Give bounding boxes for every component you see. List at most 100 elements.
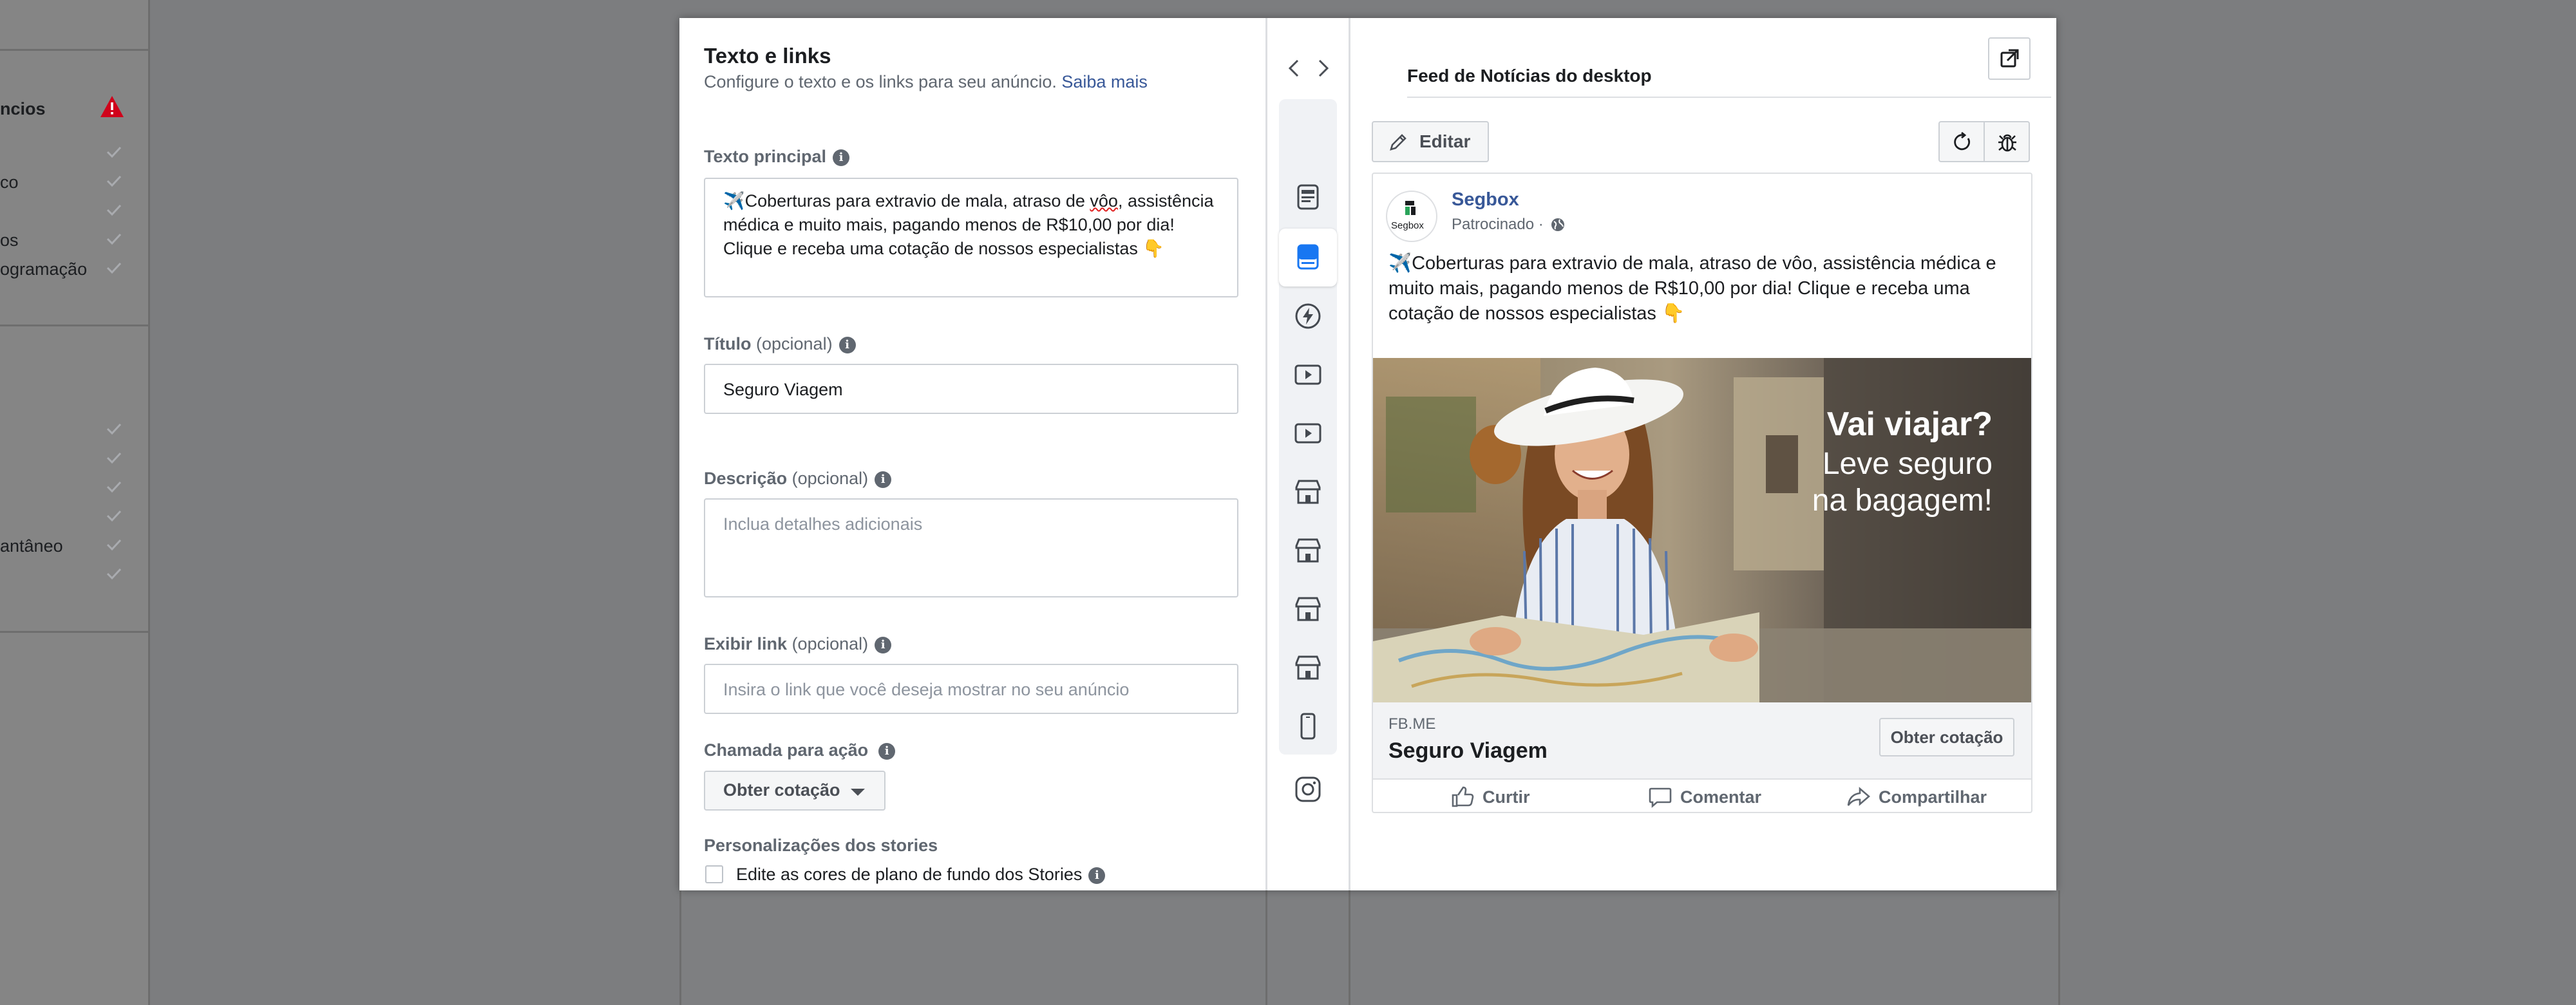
sidebar-item-label: ncios [0, 99, 46, 118]
stories-section-label: Personalizações dos stories [704, 836, 938, 855]
description-field[interactable]: Inclua detalhes adicionais [704, 498, 1238, 597]
check-icon [106, 175, 122, 187]
divider [1349, 890, 1350, 1005]
check-icon [106, 510, 122, 522]
like-label: Curtir [1482, 787, 1530, 807]
feed-icon[interactable] [1293, 182, 1323, 212]
placement-rail [1267, 18, 1350, 890]
sponsored-text: Patrocinado · [1452, 216, 1544, 233]
stories-checkbox-label: Edite as cores de plano de fundo dos Sto… [736, 865, 1106, 885]
check-icon [106, 568, 122, 580]
marketplace-icon[interactable] [1293, 477, 1323, 507]
display-link-field[interactable]: Insira o link que você deseja mostrar no… [704, 664, 1238, 714]
ad-creative-modal: Texto e links Configure o texto e os lin… [679, 18, 2056, 890]
primary-text-field[interactable]: ✈️Coberturas para extravio de mala, atra… [704, 178, 1238, 297]
stories-checkbox-text: Edite as cores de plano de fundo dos Sto… [736, 865, 1083, 884]
optional-tag: (opcional) [791, 469, 869, 488]
link-preview-bar[interactable]: FB.ME Seguro Viagem Obter cotação [1373, 702, 2031, 780]
info-icon[interactable]: i [875, 637, 892, 653]
check-icon [106, 539, 122, 551]
headline-field[interactable]: Seguro Viagem [704, 364, 1238, 414]
text-links-pane: Texto e links Configure o texto e os lin… [679, 18, 1267, 890]
primary-text-value: ✈️Coberturas para extravio de mala, atra… [723, 191, 1090, 211]
misspelled-word: vôo [1090, 191, 1118, 211]
info-icon[interactable]: i [838, 337, 856, 353]
comment-action[interactable]: Comentar [1648, 786, 1761, 808]
external-link-icon [2000, 49, 2019, 68]
post-body-text: ✈️Coberturas para extravio de mala, atra… [1388, 253, 1996, 324]
description-label-text: Descrição [704, 469, 788, 488]
marketplace-icon[interactable] [1293, 653, 1323, 682]
chevron-left-icon[interactable] [1282, 55, 1307, 81]
headline-label: Título (opcional) i [704, 334, 856, 354]
cta-button[interactable]: Obter cotação [1879, 718, 2014, 756]
avatar-text: Segbox [1391, 220, 1424, 231]
pencil-icon [1390, 134, 1406, 151]
caret-down-icon [851, 789, 865, 796]
check-icon [106, 481, 122, 493]
optional-tag: (opcional) [791, 634, 869, 653]
page-name-link[interactable]: Segbox [1452, 189, 1519, 211]
share-label: Compartilhar [1879, 787, 1987, 807]
stories-colors-checkbox[interactable] [705, 865, 723, 883]
divider [1265, 890, 1267, 1005]
section-title: Texto e links [704, 44, 831, 68]
chevron-right-icon[interactable] [1310, 55, 1336, 81]
learn-more-link[interactable]: Saiba mais [1061, 72, 1148, 91]
cta-label: Chamada para ação i [704, 740, 896, 760]
comment-label: Comentar [1680, 787, 1762, 807]
segbox-logo-icon [1405, 201, 1416, 215]
comment-icon [1649, 787, 1672, 808]
info-icon[interactable]: i [878, 743, 896, 760]
travel-woman-photo: Vai viajar? Leve seguro na bagagem! [1373, 358, 2031, 702]
video-feed-icon[interactable] [1293, 418, 1323, 448]
open-preview-button[interactable] [1988, 37, 2031, 80]
post-actions: Curtir Comentar Compartilhar [1373, 778, 2031, 812]
share-action[interactable]: Compartilhar [1846, 786, 1987, 808]
divider [1407, 97, 2051, 98]
instant-articles-icon[interactable] [1293, 301, 1323, 331]
instagram-icon[interactable] [1293, 775, 1323, 804]
optional-tag: (opcional) [756, 334, 833, 353]
sidebar-item-label: co [0, 173, 19, 192]
sidebar-item-label: ogramação [0, 259, 88, 279]
mobile-icon[interactable] [1293, 711, 1323, 741]
headline-label-text: Título [704, 334, 752, 353]
description-label: Descrição (opcional) i [704, 469, 892, 489]
info-icon[interactable]: i [1088, 867, 1106, 884]
bug-icon [1998, 134, 2016, 152]
primary-text-label: Texto principal i [704, 147, 850, 167]
refresh-button[interactable] [1938, 121, 1985, 162]
marketplace-icon[interactable] [1293, 594, 1323, 624]
check-icon [106, 233, 122, 245]
edit-button-label: Editar [1419, 131, 1471, 151]
sponsored-label: Patrocinado · [1452, 216, 1566, 234]
page-avatar: Segbox [1386, 191, 1437, 242]
section-subtitle: Configure o texto e os links para seu an… [704, 72, 1148, 92]
check-icon [106, 262, 122, 274]
info-icon[interactable]: i [875, 471, 892, 488]
divider [0, 324, 148, 326]
thumbs-up-icon [1452, 786, 1474, 807]
in-stream-video-icon[interactable] [1293, 360, 1323, 390]
like-action[interactable]: Curtir [1450, 786, 1530, 808]
facebook-post-preview: Segbox Segbox Patrocinado · ✈️Coberturas… [1372, 173, 2032, 813]
marketplace-icon[interactable] [1293, 536, 1323, 565]
image-headline-line3: na bagagem! [1812, 484, 1993, 518]
debug-button[interactable] [1984, 121, 2030, 162]
subtitle-text: Configure o texto e os links para seu an… [704, 72, 1057, 91]
check-icon [106, 146, 122, 158]
background-content [679, 890, 2060, 1005]
preview-placement-title: Feed de Notícias do desktop [1407, 66, 1652, 86]
link-headline: Seguro Viagem [1388, 738, 1548, 763]
edit-button[interactable]: Editar [1372, 121, 1489, 162]
link-domain: FB.ME [1388, 715, 1436, 733]
share-icon [1847, 787, 1870, 806]
info-icon[interactable]: i [833, 149, 850, 166]
divider [0, 631, 148, 633]
display-link-label-text: Exibir link [704, 634, 788, 653]
check-icon [106, 423, 122, 435]
ad-image[interactable]: Vai viajar? Leve seguro na bagagem! [1373, 358, 2031, 702]
desktop-feed-icon[interactable] [1293, 242, 1323, 272]
cta-dropdown[interactable]: Obter cotação [704, 771, 886, 811]
